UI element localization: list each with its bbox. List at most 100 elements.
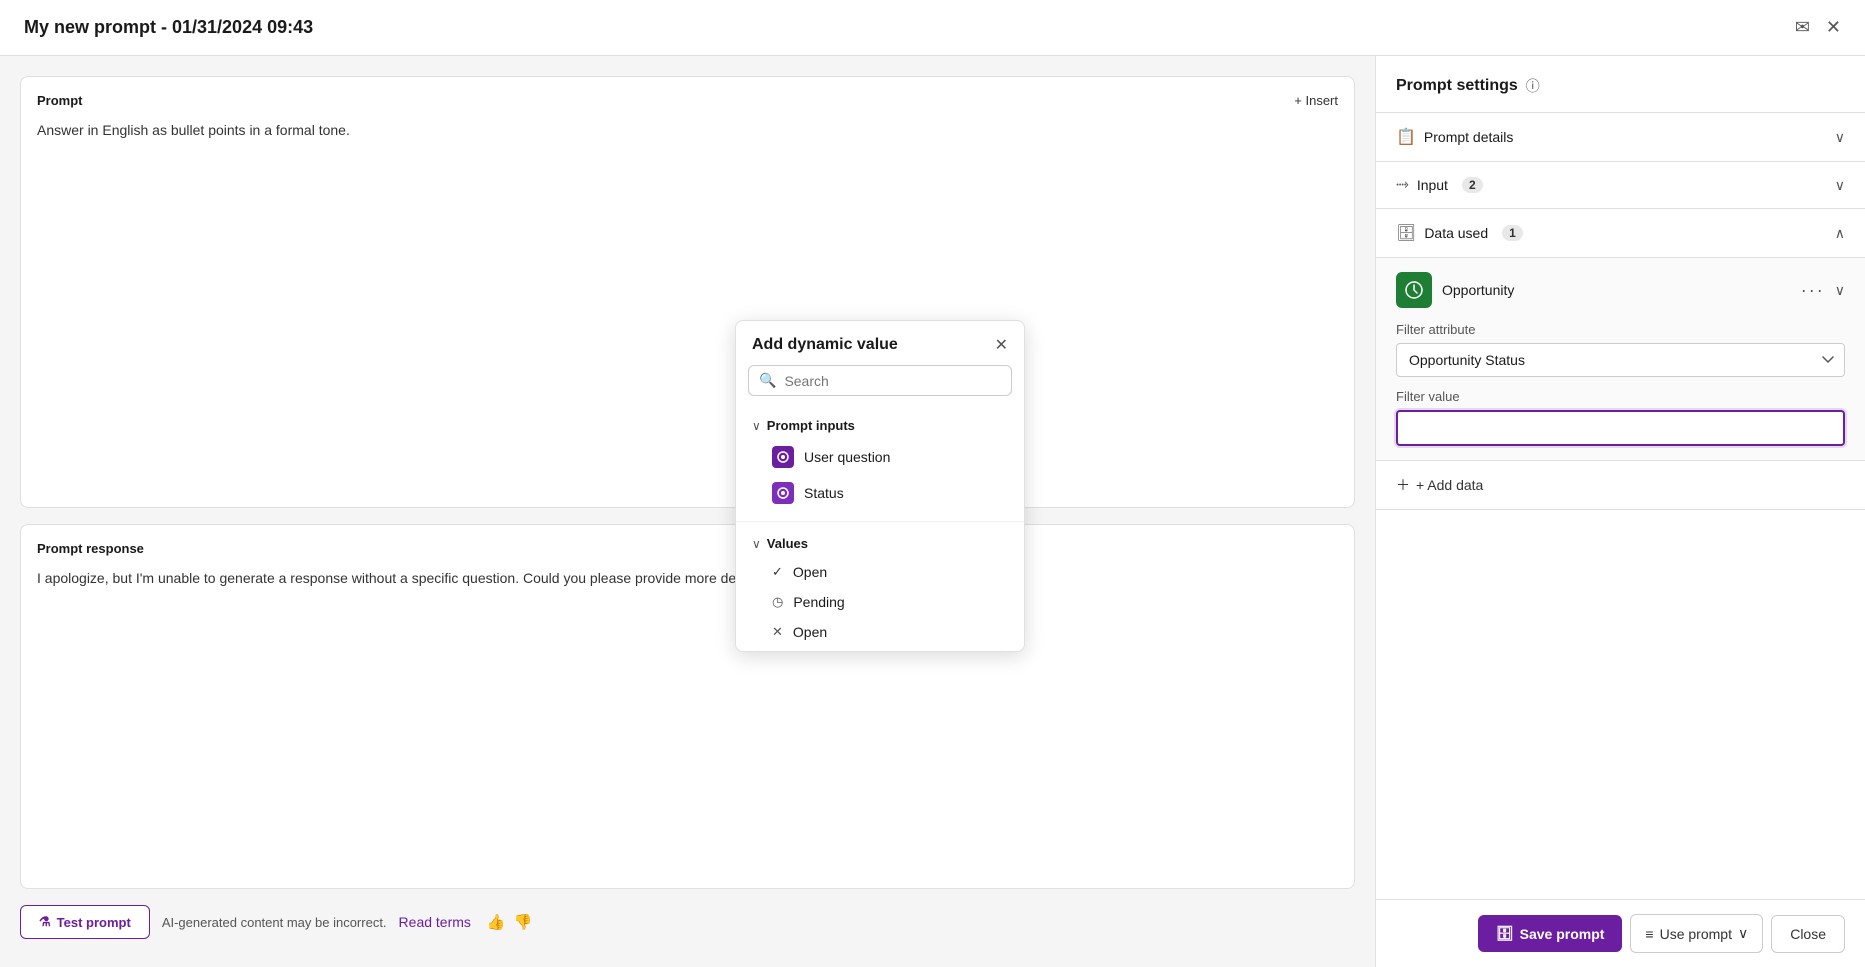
- filter-value-label: Filter value: [1396, 389, 1845, 404]
- prompt-box: Prompt + Insert Answer in English as bul…: [20, 76, 1355, 508]
- opportunity-actions: ··· ∨: [1801, 280, 1845, 301]
- dropdown-close-icon[interactable]: ✕: [995, 335, 1008, 355]
- right-panel-footer: 🗄 Save prompt ≡ Use prompt ∨ Close: [1376, 899, 1865, 967]
- close-button-footer[interactable]: Close: [1771, 915, 1845, 953]
- flask-icon: ⚗: [39, 914, 51, 930]
- opportunity-left: Opportunity: [1396, 272, 1514, 308]
- prompt-inputs-header[interactable]: ∨ Prompt inputs: [736, 412, 1024, 439]
- values-label: Values: [767, 536, 808, 551]
- save-prompt-label: Save prompt: [1520, 926, 1605, 942]
- data-used-chevron: ∧: [1835, 225, 1845, 242]
- status-item[interactable]: Status: [736, 475, 1024, 511]
- prompt-details-icon: 📋: [1396, 127, 1416, 147]
- use-prompt-chevron: ∨: [1738, 925, 1748, 942]
- prompt-inputs-section: ∨ Prompt inputs User question Status: [736, 406, 1024, 517]
- response-label: Prompt response: [37, 541, 1338, 556]
- values-header[interactable]: ∨ Values: [736, 530, 1024, 557]
- add-data-label: + Add data: [1416, 477, 1483, 493]
- search-input[interactable]: [784, 373, 1001, 389]
- data-used-badge: 1: [1502, 225, 1523, 241]
- open-check-item[interactable]: ✓ Open: [736, 557, 1024, 587]
- right-panel-title: Prompt settings: [1396, 77, 1518, 95]
- data-used-left: 🗄 Data used 1: [1396, 223, 1523, 243]
- user-question-label: User question: [804, 449, 890, 465]
- input-icon: ⤑: [1396, 176, 1409, 194]
- use-prompt-icon: ≡: [1645, 926, 1653, 942]
- close-icon[interactable]: ✕: [1826, 17, 1841, 38]
- send-icon[interactable]: ✉: [1795, 17, 1810, 38]
- dropdown-title: Add dynamic value: [752, 336, 898, 354]
- prompt-details-row[interactable]: 📋 Prompt details ∨: [1376, 113, 1865, 162]
- left-panel: Prompt + Insert Answer in English as bul…: [0, 56, 1375, 967]
- add-data-row[interactable]: ＋ + Add data: [1376, 461, 1865, 510]
- values-section: ∨ Values ✓ Open ◷ Pending ✕ Open: [736, 526, 1024, 651]
- values-chevron: ∨: [752, 537, 761, 551]
- filter-section: Filter attribute Opportunity Status Filt…: [1396, 322, 1845, 446]
- save-prompt-button[interactable]: 🗄 Save prompt: [1478, 915, 1623, 952]
- search-icon: 🔍: [759, 372, 776, 389]
- data-used-icon: 🗄: [1396, 223, 1416, 243]
- user-question-item[interactable]: User question: [736, 439, 1024, 475]
- test-prompt-button[interactable]: ⚗ Test prompt: [20, 905, 150, 939]
- page-title: My new prompt - 01/31/2024 09:43: [24, 17, 313, 38]
- read-terms-link[interactable]: Read terms: [399, 914, 471, 930]
- dropdown-search-box: 🔍: [748, 365, 1012, 396]
- input-badge: 2: [1462, 177, 1483, 193]
- opportunity-name: Opportunity: [1442, 282, 1514, 298]
- opportunity-row: Opportunity ··· ∨: [1396, 272, 1845, 308]
- input-label: Input: [1417, 177, 1448, 193]
- user-question-icon: [772, 446, 794, 468]
- check-icon: ✓: [772, 564, 783, 580]
- input-left: ⤑ Input 2: [1396, 176, 1483, 194]
- dropdown-header: Add dynamic value ✕: [736, 321, 1024, 365]
- prompt-details-label: Prompt details: [1424, 129, 1513, 145]
- prompt-details-chevron: ∨: [1835, 129, 1845, 146]
- prompt-label: Prompt: [37, 93, 83, 108]
- thumbs-down-icon[interactable]: 👎: [514, 913, 533, 931]
- data-used-content: Opportunity ··· ∨ Filter attribute Oppor…: [1376, 258, 1865, 461]
- test-prompt-label: Test prompt: [57, 915, 131, 930]
- response-text: I apologize, but I'm unable to generate …: [37, 568, 1338, 589]
- right-panel: Prompt settings ⓘ 📋 Prompt details ∨ ⤑ I…: [1375, 56, 1865, 967]
- open-x-label: Open: [793, 624, 827, 640]
- open-x-item[interactable]: ✕ Open: [736, 617, 1024, 647]
- use-prompt-button[interactable]: ≡ Use prompt ∨: [1630, 914, 1763, 953]
- open-check-label: Open: [793, 564, 827, 580]
- dropdown-divider: [736, 521, 1024, 522]
- use-prompt-label: Use prompt: [1660, 926, 1732, 942]
- right-panel-header: Prompt settings ⓘ: [1376, 76, 1865, 112]
- pending-label: Pending: [793, 594, 844, 610]
- more-options-icon[interactable]: ···: [1801, 280, 1825, 301]
- prompt-box-header: Prompt + Insert: [37, 93, 1338, 108]
- settings-section: 📋 Prompt details ∨ ⤑ Input 2 ∨ 🗄 Data us…: [1376, 112, 1865, 510]
- clock-icon: ◷: [772, 594, 783, 610]
- thumbs-up-icon[interactable]: 👍: [487, 913, 506, 931]
- response-box: Prompt response I apologize, but I'm una…: [20, 524, 1355, 889]
- opportunity-chevron[interactable]: ∨: [1835, 282, 1845, 299]
- data-used-row[interactable]: 🗄 Data used 1 ∧: [1376, 209, 1865, 258]
- input-chevron: ∨: [1835, 177, 1845, 194]
- prompt-text: Answer in English as bullet points in a …: [37, 120, 1338, 141]
- disclaimer-text: AI-generated content may be incorrect.: [162, 915, 387, 930]
- status-icon: [772, 482, 794, 504]
- title-bar-icons: ✉ ✕: [1795, 17, 1841, 38]
- opportunity-icon: [1396, 272, 1432, 308]
- input-row[interactable]: ⤑ Input 2 ∨: [1376, 162, 1865, 209]
- prompt-details-left: 📋 Prompt details: [1396, 127, 1513, 147]
- filter-attribute-select[interactable]: Opportunity Status: [1396, 343, 1845, 377]
- save-icon: 🗄: [1496, 925, 1514, 942]
- bottom-bar: ⚗ Test prompt AI-generated content may b…: [20, 905, 1355, 947]
- add-data-plus-icon: ＋: [1396, 475, 1410, 495]
- info-icon[interactable]: ⓘ: [1526, 76, 1540, 96]
- add-dynamic-value-dropdown: Add dynamic value ✕ 🔍 ∨ Prompt inputs Us…: [735, 320, 1025, 652]
- filter-value-input[interactable]: [1396, 410, 1845, 446]
- insert-button[interactable]: + Insert: [1294, 93, 1338, 108]
- status-label: Status: [804, 485, 844, 501]
- x-icon: ✕: [772, 624, 783, 640]
- pending-item[interactable]: ◷ Pending: [736, 587, 1024, 617]
- title-bar: My new prompt - 01/31/2024 09:43 ✉ ✕: [0, 0, 1865, 56]
- prompt-inputs-label: Prompt inputs: [767, 418, 855, 433]
- prompt-inputs-chevron: ∨: [752, 419, 761, 433]
- filter-attribute-label: Filter attribute: [1396, 322, 1845, 337]
- data-used-label: Data used: [1424, 225, 1488, 241]
